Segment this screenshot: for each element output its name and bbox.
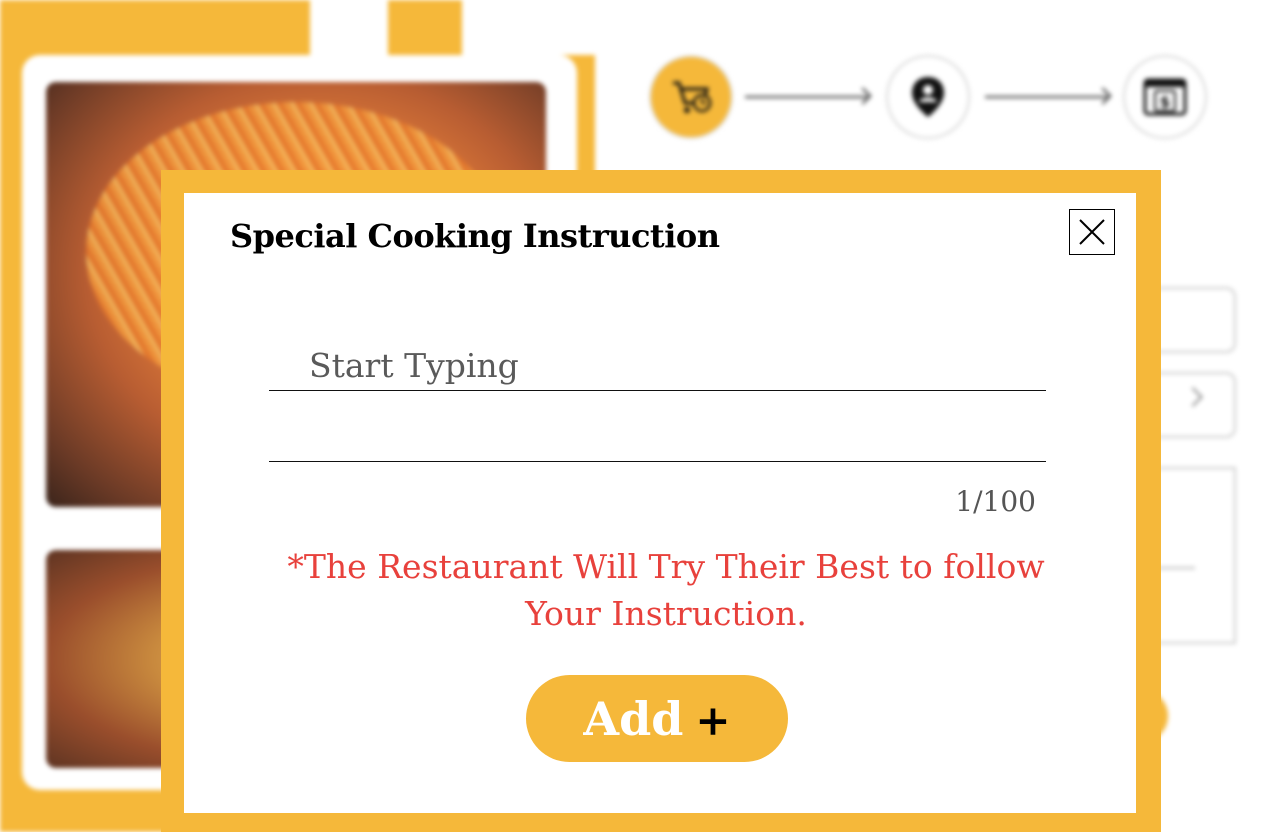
add-button[interactable]: Add + xyxy=(526,675,788,762)
notice-line-2: Your Instruction. xyxy=(525,594,807,633)
payment-dollar-icon: $ xyxy=(1143,78,1187,116)
step-cart-button[interactable] xyxy=(649,55,733,139)
modal-title: Special Cooking Instruction xyxy=(230,217,720,255)
notice-line-1: *The Restaurant Will Try Their Best to f… xyxy=(287,547,1045,586)
plus-icon: + xyxy=(695,696,731,745)
instruction-input[interactable] xyxy=(269,341,1046,391)
step-arrow xyxy=(985,96,1107,98)
character-counter: 1/100 xyxy=(955,485,1036,518)
add-button-label: Add xyxy=(583,691,684,746)
cart-clock-icon xyxy=(673,81,712,113)
panel-notch xyxy=(462,0,602,55)
cooking-instruction-modal: Special Cooking Instruction 1/100 *The R… xyxy=(184,193,1136,813)
panel-notch xyxy=(310,0,388,55)
step-location-button[interactable] xyxy=(886,55,970,139)
step-payment-button[interactable]: $ xyxy=(1123,55,1207,139)
close-icon xyxy=(1079,219,1105,245)
close-button[interactable] xyxy=(1069,209,1115,255)
instruction-notice: *The Restaurant Will Try Their Best to f… xyxy=(266,543,1066,637)
step-arrow xyxy=(745,96,867,98)
svg-text:$: $ xyxy=(1160,93,1170,111)
location-pin-icon xyxy=(912,77,944,117)
input-underline xyxy=(269,461,1046,462)
